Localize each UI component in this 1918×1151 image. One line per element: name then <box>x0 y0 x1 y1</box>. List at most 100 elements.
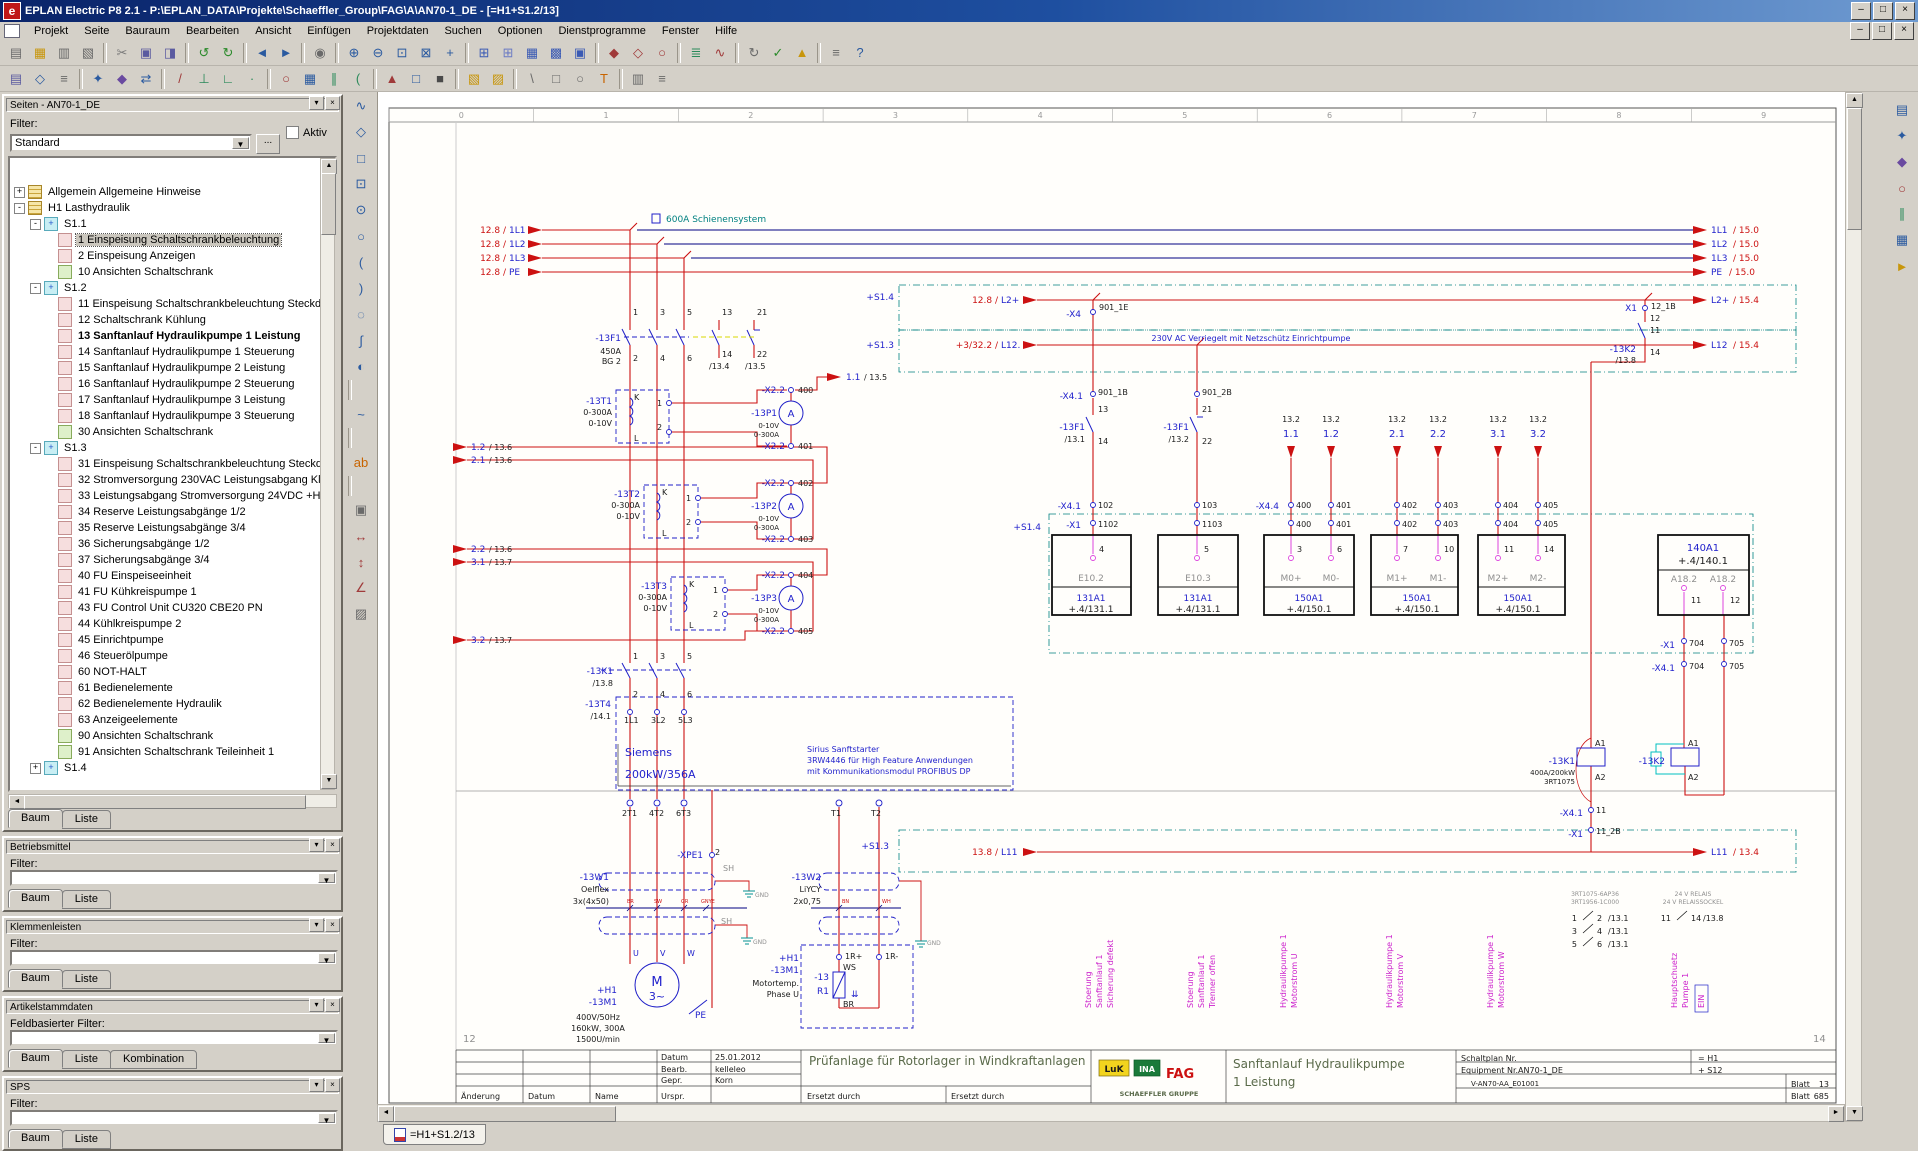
tree-item[interactable]: 36 Sicherungsabgänge 1/2 <box>10 536 335 552</box>
prev-page-icon[interactable]: ◄ <box>250 41 274 65</box>
tree-item[interactable]: 46 Steuerölpumpe <box>10 648 335 664</box>
navigator-icon[interactable]: ◇ <box>28 67 52 91</box>
tree-item[interactable]: 33 Leistungsabgang Stromversorgung 24VDC… <box>10 488 335 504</box>
expand-icon[interactable]: + <box>30 763 41 774</box>
chevron-down-icon[interactable]: ▼ <box>318 1113 335 1123</box>
canvas-vertical-scrollbar[interactable]: ▲ ▼ <box>1845 92 1862 1122</box>
panel-close-icon[interactable]: × <box>325 96 340 110</box>
menu-projekt[interactable]: Projekt <box>26 23 76 39</box>
graphic-rect-icon[interactable]: □ <box>544 67 568 91</box>
snap-grid-icon[interactable]: ▣ <box>568 41 592 65</box>
scroll-up-icon[interactable]: ▲ <box>1846 93 1863 108</box>
arc-center-icon[interactable]: ) <box>349 276 373 300</box>
undo-icon[interactable]: ↺ <box>192 41 216 65</box>
tree-item[interactable]: 62 Bedienelemente Hydraulik <box>10 696 335 712</box>
tree-item[interactable]: 40 FU Einspeiseeinheit <box>10 568 335 584</box>
tree-item[interactable]: 32 Stromversorgung 230VAC Leistungsabgan… <box>10 472 335 488</box>
tab-liste[interactable]: Liste <box>62 890 111 909</box>
mdi-minimize-button[interactable]: – <box>1850 22 1870 40</box>
symbol-select-icon[interactable]: ✦ <box>86 67 110 91</box>
tree-item[interactable]: 1 Einspeisung Schaltschrankbeleuchtung <box>10 232 335 248</box>
scroll-down-icon[interactable]: ▼ <box>1846 1106 1863 1121</box>
tree-item[interactable]: -H1 Lasthydraulik <box>10 200 335 216</box>
collapse-icon[interactable]: - <box>30 219 41 230</box>
menu-bearbeiten[interactable]: Bearbeiten <box>178 23 247 39</box>
help-icon[interactable]: ? <box>848 41 872 65</box>
settings-icon[interactable]: ≡ <box>824 41 848 65</box>
zoom-window-icon[interactable]: ⊡ <box>390 41 414 65</box>
panel-menu-icon[interactable]: ▾ <box>309 96 324 110</box>
tree-item[interactable]: 18 Sanftanlauf Hydraulikpumpe 3 Steuerun… <box>10 408 335 424</box>
terminal-strips-panel-title[interactable]: Klemmenleisten <box>6 920 339 934</box>
text-icon[interactable]: ab <box>349 450 373 474</box>
print-icon[interactable]: ▧ <box>76 41 100 65</box>
t-node-icon[interactable]: ⊥ <box>192 67 216 91</box>
panel-close-icon[interactable]: × <box>325 1078 340 1092</box>
canvas-horizontal-scrollbar[interactable]: ◄ ► <box>377 1104 1845 1122</box>
schematic-canvas[interactable]: 0123456789 <box>377 92 1846 1104</box>
panel-close-icon[interactable]: × <box>325 998 340 1012</box>
chevron-down-icon[interactable]: ▼ <box>318 873 335 883</box>
find-icon[interactable]: ◉ <box>308 41 332 65</box>
menu-ansicht[interactable]: Ansicht <box>247 23 299 39</box>
ellipse-icon[interactable]: ◌ <box>349 302 373 326</box>
tab-baum[interactable]: Baum <box>8 969 63 988</box>
corner-icon[interactable]: ∟ <box>216 67 240 91</box>
collapse-icon[interactable]: - <box>14 203 25 214</box>
nav-cables-icon[interactable]: ∥ <box>1890 202 1914 226</box>
redo-icon[interactable]: ↻ <box>216 41 240 65</box>
menu-hilfe[interactable]: Hilfe <box>707 23 745 39</box>
hatch-icon[interactable]: ▨ <box>349 602 373 626</box>
nav-pages-icon[interactable]: ▤ <box>1890 98 1914 122</box>
window-macro-icon[interactable]: ▨ <box>486 67 510 91</box>
collapse-icon[interactable]: - <box>30 283 41 294</box>
menu-suchen[interactable]: Suchen <box>436 23 489 39</box>
chevron-down-icon[interactable]: ▼ <box>318 953 335 963</box>
tab-baum[interactable]: Baum <box>8 1129 63 1148</box>
scroll-up-icon[interactable]: ▲ <box>321 159 337 174</box>
connection-line-icon[interactable]: ~ <box>349 402 373 426</box>
zoom-all-icon[interactable]: ⊠ <box>414 41 438 65</box>
device-icon[interactable]: ◆ <box>110 67 134 91</box>
insert-symbol-icon[interactable]: ◆ <box>602 41 626 65</box>
tree-item[interactable]: 12 Schaltschrank Kühlung <box>10 312 335 328</box>
sector-icon[interactable]: ◐ <box>349 354 373 378</box>
checkbox-icon[interactable] <box>286 126 299 139</box>
panel-close-icon[interactable]: × <box>325 838 340 852</box>
pan-icon[interactable]: + <box>438 41 462 65</box>
tree-item[interactable]: 60 NOT-HALT <box>10 664 335 680</box>
rectangle-icon[interactable]: □ <box>349 146 373 170</box>
layers-icon[interactable]: ▥ <box>626 67 650 91</box>
filter-combobox[interactable]: ▼ <box>10 870 338 886</box>
menu-fenster[interactable]: Fenster <box>654 23 707 39</box>
graphic-text-icon[interactable]: T <box>592 67 616 91</box>
tree-item[interactable]: 14 Sanftanlauf Hydraulikpumpe 1 Steuerun… <box>10 344 335 360</box>
grid-small-icon[interactable]: ⊞ <box>472 41 496 65</box>
arc-3point-icon[interactable]: ( <box>349 250 373 274</box>
spline-icon[interactable]: ∫ <box>349 328 373 352</box>
collapse-icon[interactable]: - <box>30 443 41 454</box>
menu-einfügen[interactable]: Einfügen <box>299 23 358 39</box>
nav-messages-icon[interactable]: ► <box>1890 254 1914 278</box>
graphic-line-icon[interactable]: \ <box>520 67 544 91</box>
graphic-circle-icon[interactable]: ○ <box>568 67 592 91</box>
tree-item[interactable]: 45 Einrichtpumpe <box>10 632 335 648</box>
minimize-button[interactable]: – <box>1851 2 1871 20</box>
close-button[interactable]: × <box>1895 2 1915 20</box>
tree-item[interactable]: 37 Sicherungsabgänge 3/4 <box>10 552 335 568</box>
panel-menu-icon[interactable]: ▾ <box>309 1078 324 1092</box>
copy-icon[interactable]: ▣ <box>134 41 158 65</box>
tab-liste[interactable]: Liste <box>62 810 111 829</box>
tree-item[interactable]: 61 Bedienelemente <box>10 680 335 696</box>
filter-combobox[interactable]: Standard ▼ <box>10 134 252 152</box>
tree-item[interactable]: 10 Ansichten Schaltschrank <box>10 264 335 280</box>
junction-icon[interactable]: · <box>240 67 264 91</box>
image-icon[interactable]: ▣ <box>349 498 373 522</box>
tree-item[interactable]: 2 Einspeisung Anzeigen <box>10 248 335 264</box>
cut-icon[interactable]: ✂ <box>110 41 134 65</box>
page-macro-icon[interactable]: ▧ <box>462 67 486 91</box>
menu-bauraum[interactable]: Bauraum <box>117 23 178 39</box>
dimension-v-icon[interactable]: ↕ <box>349 550 373 574</box>
tree-item[interactable]: 13 Sanftanlauf Hydraulikpumpe 1 Leistung <box>10 328 335 344</box>
tree-item[interactable]: -+S1.2 <box>10 280 335 296</box>
